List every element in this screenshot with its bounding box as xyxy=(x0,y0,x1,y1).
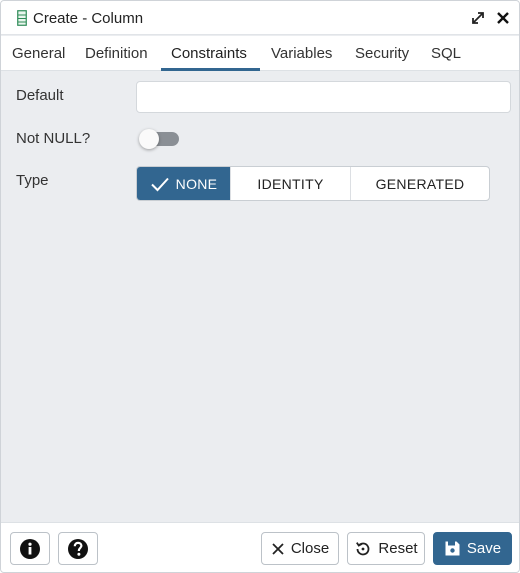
title-bar[interactable]: Create - Column xyxy=(1,1,519,35)
close-icon xyxy=(272,542,284,555)
tab-general[interactable]: General xyxy=(12,36,65,71)
type-option-generated[interactable]: GENERATED xyxy=(351,167,489,200)
tab-sql[interactable]: SQL xyxy=(431,36,461,71)
save-button[interactable]: Save xyxy=(433,532,512,565)
type-option-generated-label: GENERATED xyxy=(375,175,465,192)
info-button[interactable] xyxy=(10,532,50,565)
default-label: Default xyxy=(16,87,64,104)
type-option-none-label: NONE xyxy=(175,175,218,192)
type-label: Type xyxy=(16,172,49,189)
type-selector: NONE IDENTITY GENERATED xyxy=(136,166,490,201)
check-icon xyxy=(150,177,169,191)
help-button[interactable] xyxy=(58,532,98,565)
tab-security[interactable]: Security xyxy=(355,36,409,71)
tab-constraints[interactable]: Constraints xyxy=(171,36,247,71)
reset-icon xyxy=(356,541,370,555)
dialog-title: Create - Column xyxy=(33,10,144,27)
active-tab-indicator xyxy=(161,68,260,71)
tab-bar: General Definition Constraints Variables… xyxy=(1,36,519,71)
tab-definition[interactable]: Definition xyxy=(85,36,148,71)
save-icon xyxy=(445,541,460,556)
reset-button-label: Reset xyxy=(378,540,418,557)
tab-variables[interactable]: Variables xyxy=(271,36,332,71)
default-input[interactable] xyxy=(136,81,511,113)
not-null-label: Not NULL? xyxy=(16,130,91,147)
type-option-none[interactable]: NONE xyxy=(137,167,231,200)
save-button-label: Save xyxy=(466,540,502,557)
close-button-label: Close xyxy=(290,540,330,557)
maximize-icon[interactable] xyxy=(470,10,486,26)
info-circle-icon xyxy=(20,538,40,559)
reset-button[interactable]: Reset xyxy=(347,532,425,565)
dialog-footer: Close Reset Save xyxy=(1,522,519,572)
not-null-toggle[interactable] xyxy=(139,129,181,149)
constraints-panel: Default Not NULL? Type NONE IDENTITY GEN… xyxy=(1,72,519,522)
toggle-knob xyxy=(139,129,159,149)
close-button[interactable]: Close xyxy=(261,532,339,565)
question-circle-icon xyxy=(68,538,88,559)
type-option-identity[interactable]: IDENTITY xyxy=(231,167,351,200)
type-option-identity-label: IDENTITY xyxy=(257,175,324,192)
create-column-dialog: Create - Column General Definition Const… xyxy=(0,0,520,573)
close-icon[interactable] xyxy=(495,10,511,26)
column-icon xyxy=(17,10,27,26)
